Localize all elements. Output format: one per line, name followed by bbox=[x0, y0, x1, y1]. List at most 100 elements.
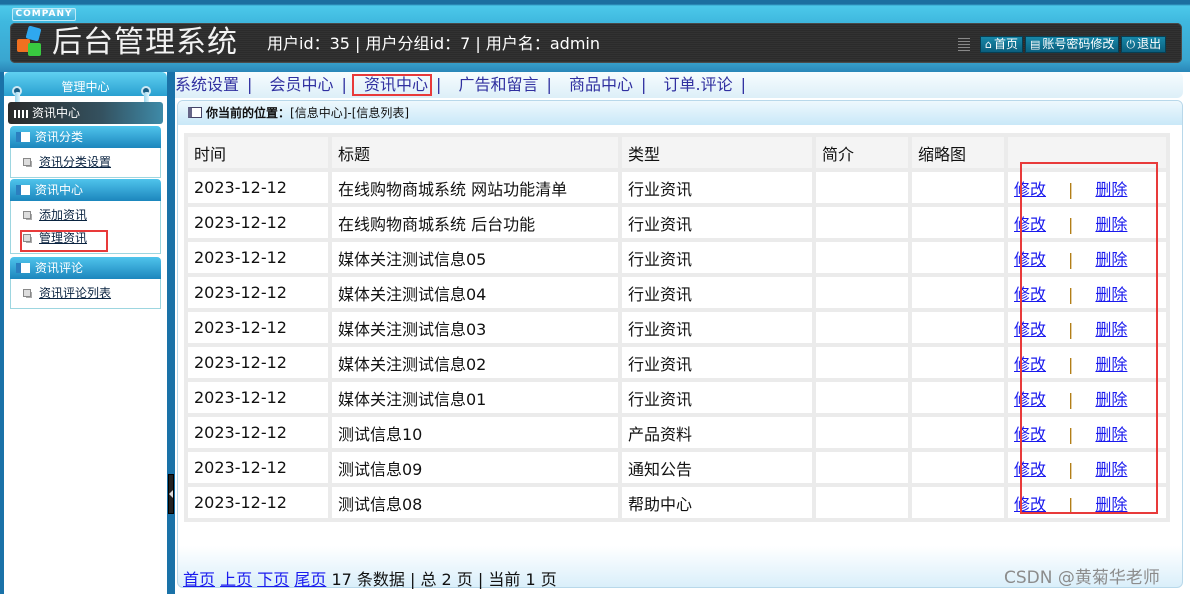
cell-time: 2023-12-12 bbox=[188, 382, 328, 413]
sidebar-link[interactable]: 资讯评论列表 bbox=[39, 286, 111, 300]
sidebar-link[interactable]: 添加资讯 bbox=[39, 208, 87, 222]
pagination: 首页 上页 下页 尾页 17 条数据 | 总 2 页 | 当前 1 页 bbox=[183, 566, 557, 590]
cell-thumbnail bbox=[912, 487, 1004, 518]
cell-intro bbox=[816, 277, 908, 308]
cell-intro bbox=[816, 417, 908, 448]
user-info: 用户id：35 | 用户分组id：7 | 用户名：admin bbox=[267, 34, 601, 53]
sidebar-group-comments: 资讯评论 资讯评论列表 bbox=[10, 257, 161, 309]
cell-thumbnail bbox=[912, 417, 1004, 448]
cell-intro bbox=[816, 172, 908, 203]
column-header: 标题 bbox=[332, 137, 618, 168]
nav-tab-system-settings[interactable]: 系统设置 bbox=[175, 75, 239, 94]
cell-title: 在线购物商城系统 网站功能清单 bbox=[332, 172, 618, 203]
cell-type: 通知公告 bbox=[622, 452, 812, 483]
nav-separator: | bbox=[247, 75, 253, 94]
bullet-icon bbox=[23, 211, 31, 219]
window-icon bbox=[188, 107, 202, 118]
cell-intro bbox=[816, 382, 908, 413]
sidebar-group-header[interactable]: 资讯分类 bbox=[10, 126, 161, 148]
column-header: 缩略图 bbox=[912, 137, 1004, 168]
bullet-icon bbox=[23, 158, 31, 166]
header: COMPANY 后台管理系统 用户id：35 | 用户分组id：7 | 用户名：… bbox=[0, 0, 1190, 72]
cell-type: 帮助中心 bbox=[622, 487, 812, 518]
logout-button-label: 退出 bbox=[1137, 37, 1162, 51]
sidebar-link[interactable]: 资讯分类设置 bbox=[39, 155, 111, 169]
sidebar: 管理中心 资讯中心 资讯分类 资讯分类设置 资讯中心 添加资讯 管理资讯 资讯评… bbox=[4, 72, 167, 594]
app-title: 后台管理系统 bbox=[52, 25, 238, 60]
sidebar-group-header[interactable]: 资讯评论 bbox=[10, 257, 161, 279]
cell-title: 媒体关注测试信息01 bbox=[332, 382, 618, 413]
cell-intro bbox=[816, 452, 908, 483]
nav-tab-members[interactable]: 会员中心 bbox=[270, 75, 334, 94]
cell-time: 2023-12-12 bbox=[188, 312, 328, 343]
sidebar-group-header[interactable]: 资讯中心 bbox=[10, 179, 161, 201]
cell-thumbnail bbox=[912, 347, 1004, 378]
logo-cubes-icon bbox=[15, 25, 47, 59]
sidebar-item-add-news: 添加资讯 bbox=[11, 204, 160, 227]
cell-type: 行业资讯 bbox=[622, 277, 812, 308]
sidebar-group-category: 资讯分类 资讯分类设置 bbox=[10, 126, 161, 178]
cell-type: 行业资讯 bbox=[622, 382, 812, 413]
cell-intro bbox=[816, 207, 908, 238]
cell-type: 行业资讯 bbox=[622, 347, 812, 378]
cell-thumbnail bbox=[912, 172, 1004, 203]
cell-thumbnail bbox=[912, 207, 1004, 238]
nav-separator: | bbox=[740, 75, 746, 94]
next-page-link[interactable]: 下页 bbox=[257, 570, 289, 589]
top-nav: 系统设置 | 会员中心 | 资讯中心 | 广告和留言 | 商品中心 | 订单.评论 | bbox=[175, 72, 1183, 98]
column-header: 类型 bbox=[622, 137, 812, 168]
nav-separator: | bbox=[546, 75, 552, 94]
last-page-link[interactable]: 尾页 bbox=[294, 570, 326, 589]
cell-time: 2023-12-12 bbox=[188, 242, 328, 273]
list-icon: ▤ bbox=[1030, 38, 1041, 51]
highlight-box bbox=[1020, 162, 1158, 514]
cell-thumbnail bbox=[912, 312, 1004, 343]
company-badge: COMPANY bbox=[12, 8, 76, 21]
grid-icon bbox=[14, 109, 29, 118]
collapse-sidebar-handle[interactable] bbox=[168, 474, 174, 514]
panel-icon bbox=[16, 185, 30, 195]
cell-title: 测试信息10 bbox=[332, 417, 618, 448]
cell-thumbnail bbox=[912, 382, 1004, 413]
nav-tab-products[interactable]: 商品中心 bbox=[569, 75, 633, 94]
cell-type: 行业资讯 bbox=[622, 312, 812, 343]
grip-icon bbox=[958, 38, 970, 51]
first-page-link[interactable]: 首页 bbox=[183, 570, 215, 589]
pagination-summary: 17 条数据 | 总 2 页 | 当前 1 页 bbox=[331, 570, 557, 589]
column-header: 简介 bbox=[816, 137, 908, 168]
cell-time: 2023-12-12 bbox=[188, 452, 328, 483]
column-header: 时间 bbox=[188, 137, 328, 168]
change-password-button[interactable]: ▤ 账号密码修改 bbox=[1025, 36, 1120, 53]
cell-title: 测试信息08 bbox=[332, 487, 618, 518]
power-icon: ⏻ bbox=[1126, 38, 1136, 51]
home-button[interactable]: ⌂ 首页 bbox=[980, 36, 1023, 53]
change-password-label: 账号密码修改 bbox=[1042, 37, 1115, 51]
sidebar-current-label: 资讯中心 bbox=[32, 106, 81, 120]
cell-title: 在线购物商城系统 后台功能 bbox=[332, 207, 618, 238]
header-bar: 后台管理系统 用户id：35 | 用户分组id：7 | 用户名：admin ⌂ … bbox=[10, 23, 1182, 63]
nav-tab-orders[interactable]: 订单.评论 bbox=[664, 75, 733, 94]
panel-icon bbox=[16, 132, 30, 142]
sidebar-current-section[interactable]: 资讯中心 bbox=[8, 102, 163, 124]
cell-thumbnail bbox=[912, 242, 1004, 273]
cell-title: 媒体关注测试信息05 bbox=[332, 242, 618, 273]
cell-title: 媒体关注测试信息02 bbox=[332, 347, 618, 378]
cell-title: 测试信息09 bbox=[332, 452, 618, 483]
logout-button[interactable]: ⏻ 退出 bbox=[1121, 36, 1167, 53]
breadcrumb: 你当前的位置：[信息中心]-[信息列表] bbox=[178, 101, 1182, 125]
sidebar-divider bbox=[167, 72, 175, 594]
sidebar-group-title: 资讯中心 bbox=[35, 183, 84, 197]
cell-time: 2023-12-12 bbox=[188, 207, 328, 238]
nav-tab-ads[interactable]: 广告和留言 bbox=[459, 75, 539, 94]
highlight-box bbox=[352, 74, 432, 96]
cell-time: 2023-12-12 bbox=[188, 277, 328, 308]
cell-type: 行业资讯 bbox=[622, 242, 812, 273]
watermark: CSDN @黄菊华老师 bbox=[1004, 568, 1160, 588]
cell-time: 2023-12-12 bbox=[188, 487, 328, 518]
cell-type: 产品资料 bbox=[622, 417, 812, 448]
prev-page-link[interactable]: 上页 bbox=[220, 570, 252, 589]
cell-intro bbox=[816, 487, 908, 518]
content-panel: 你当前的位置：[信息中心]-[信息列表] 时间 标题 类型 简介 缩略图 202… bbox=[177, 100, 1183, 590]
sidebar-group-title: 资讯分类 bbox=[35, 130, 84, 144]
cell-title: 媒体关注测试信息04 bbox=[332, 277, 618, 308]
